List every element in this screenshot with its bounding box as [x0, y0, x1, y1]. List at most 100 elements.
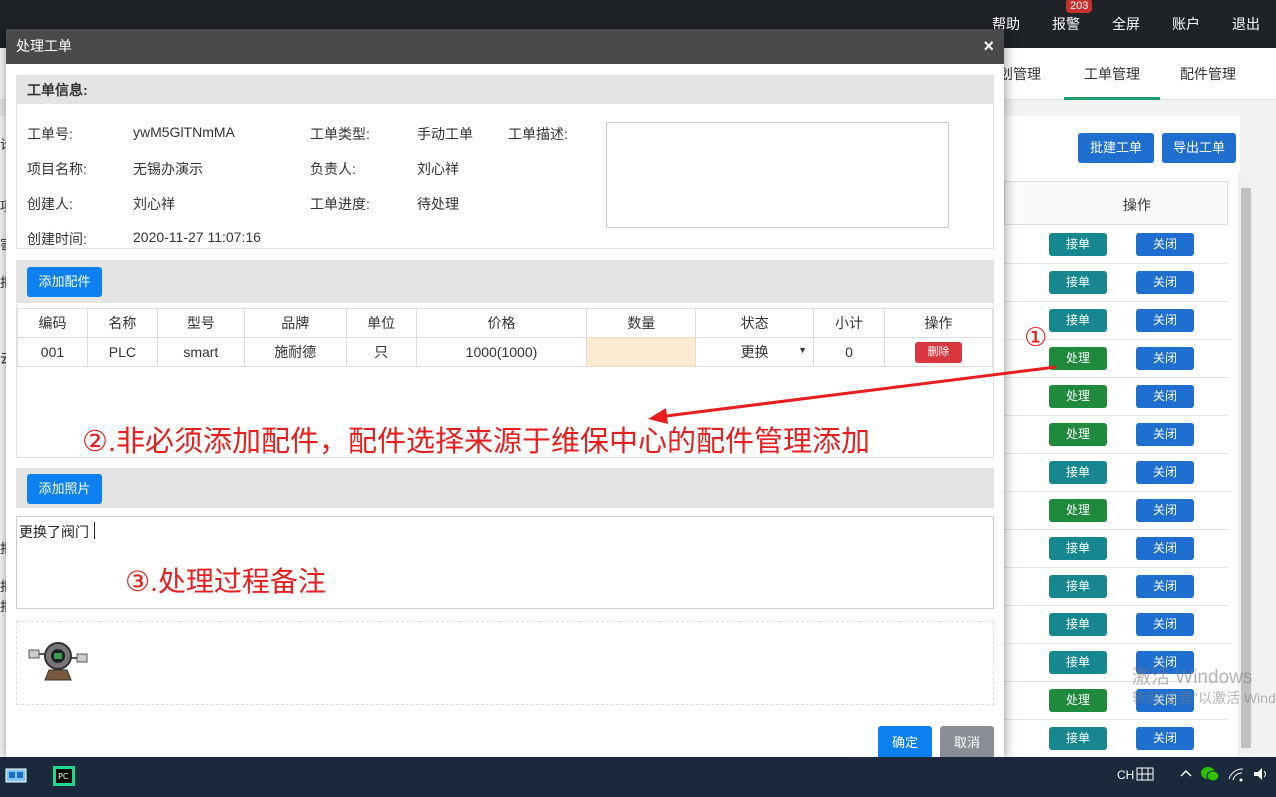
- dialog-title: 处理工单: [16, 38, 72, 54]
- keyboard-icon[interactable]: [1136, 765, 1154, 787]
- close-order-button[interactable]: 关闭: [1136, 233, 1194, 256]
- table-row: 接单 关闭: [1004, 568, 1228, 606]
- taskbar: PC CH: [0, 757, 1276, 797]
- fullscreen-link[interactable]: 全屏: [1096, 0, 1156, 48]
- close-icon[interactable]: ×: [983, 29, 994, 64]
- order-type-label: 工单类型:: [310, 126, 370, 142]
- created-time-label: 创建时间:: [27, 231, 87, 247]
- status-select-value: 更换: [740, 344, 769, 360]
- col-action: 操作: [884, 308, 993, 338]
- annotation-note-2: ②.非必须添加配件，配件选择来源于维保中心的配件管理添加: [82, 426, 871, 458]
- tab-work-order-management[interactable]: 工单管理: [1064, 48, 1160, 100]
- tab-parts-management[interactable]: 配件管理: [1168, 48, 1248, 100]
- logout-link[interactable]: 退出: [1216, 0, 1276, 48]
- order-description-box: [606, 122, 949, 228]
- process-order-button[interactable]: 处理: [1049, 499, 1107, 522]
- close-order-button[interactable]: 关闭: [1136, 613, 1194, 636]
- project-label: 项目名称:: [27, 161, 87, 177]
- col-status: 状态: [695, 308, 815, 338]
- col-name: 名称: [86, 308, 158, 338]
- process-order-button[interactable]: 处理: [1049, 689, 1107, 712]
- close-order-button[interactable]: 关闭: [1136, 461, 1194, 484]
- uploaded-photo-thumbnail[interactable]: [27, 640, 89, 682]
- table-row: 接单 关闭: [1004, 264, 1228, 302]
- table-row: 处理 关闭: [1004, 492, 1228, 530]
- part-price: 1000(1000): [415, 337, 588, 367]
- accept-order-button[interactable]: 接单: [1049, 271, 1107, 294]
- photo-preview-area: [16, 621, 994, 705]
- project-value: 无锡办演示: [133, 161, 203, 177]
- owner-value: 刘心祥: [417, 161, 459, 177]
- col-code: 编码: [17, 308, 88, 338]
- close-order-button[interactable]: 关闭: [1136, 423, 1194, 446]
- annotation-note-3: ③.处理过程备注: [125, 566, 326, 597]
- part-model: smart: [156, 337, 245, 367]
- close-order-button[interactable]: 关闭: [1136, 347, 1194, 370]
- add-photo-button[interactable]: 添加照片: [27, 474, 102, 504]
- creator-label: 创建人:: [27, 196, 73, 212]
- part-code: 001: [17, 337, 88, 367]
- monitor-app-icon[interactable]: [4, 765, 28, 787]
- chevron-up-icon[interactable]: [1178, 765, 1194, 787]
- close-order-button[interactable]: 关闭: [1136, 309, 1194, 332]
- parts-toolbar: 添加配件: [17, 261, 993, 303]
- accept-order-button[interactable]: 接单: [1049, 537, 1107, 560]
- parts-table-header: 编码 名称 型号 品牌 单位 价格 数量 状态 小计 操作: [17, 308, 993, 338]
- order-type-value: 手动工单: [417, 126, 473, 142]
- col-price: 价格: [415, 308, 588, 338]
- accept-order-button[interactable]: 接单: [1049, 233, 1107, 256]
- volume-icon[interactable]: [1252, 765, 1270, 787]
- pycharm-icon[interactable]: PC: [52, 765, 76, 787]
- order-no-value: ywM5GlTNmMA: [133, 124, 235, 140]
- table-row: 接单 关闭: [1004, 226, 1228, 264]
- part-brand: 施耐德: [243, 337, 347, 367]
- accept-order-button[interactable]: 接单: [1049, 651, 1107, 674]
- accept-order-button[interactable]: 接单: [1049, 309, 1107, 332]
- confirm-button[interactable]: 确定: [878, 726, 932, 757]
- svg-text:PC: PC: [58, 772, 69, 781]
- col-brand: 品牌: [243, 308, 347, 338]
- info-heading: 工单信息:: [17, 76, 993, 104]
- add-part-button[interactable]: 添加配件: [27, 267, 102, 297]
- progress-value: 待处理: [417, 196, 459, 212]
- annotation-marker-1: ①: [1024, 322, 1048, 352]
- close-order-button[interactable]: 关闭: [1136, 727, 1194, 750]
- account-link[interactable]: 账户: [1156, 0, 1216, 48]
- table-row: 接单 关闭: [1004, 720, 1228, 758]
- dialog-header: 处理工单 ×: [6, 29, 1004, 64]
- table-row: 接单 关闭: [1004, 454, 1228, 492]
- cancel-button[interactable]: 取消: [940, 726, 994, 757]
- close-order-button[interactable]: 关闭: [1136, 537, 1194, 560]
- chevron-down-icon: ▼: [798, 345, 808, 355]
- table-header: 操作: [1004, 181, 1228, 225]
- language-indicator[interactable]: CH: [1117, 768, 1134, 782]
- creator-value: 刘心祥: [133, 196, 175, 212]
- accept-order-button[interactable]: 接单: [1049, 575, 1107, 598]
- close-order-button[interactable]: 关闭: [1136, 499, 1194, 522]
- order-no-label: 工单号:: [27, 126, 73, 142]
- wechat-icon[interactable]: [1200, 765, 1220, 787]
- remark-text: 更换了阀门: [19, 524, 89, 540]
- work-order-info-section: 工单信息: 工单号: ywM5GlTNmMA 工单类型: 手动工单 工单描述: …: [16, 75, 994, 249]
- action-column-header: 操作: [1123, 197, 1151, 213]
- created-time-value: 2020-11-27 11:07:16: [133, 229, 261, 245]
- part-unit: 只: [345, 337, 417, 367]
- wifi-icon[interactable]: [1227, 765, 1245, 787]
- accept-order-button[interactable]: 接单: [1049, 613, 1107, 636]
- alarm-count-badge: 203: [1066, 0, 1093, 13]
- table-row: 接单 关闭: [1004, 530, 1228, 568]
- batch-create-button[interactable]: 批建工单: [1078, 133, 1154, 163]
- export-button[interactable]: 导出工单: [1162, 133, 1236, 163]
- part-name: PLC: [86, 337, 158, 367]
- close-order-button[interactable]: 关闭: [1136, 385, 1194, 408]
- close-order-button[interactable]: 关闭: [1136, 575, 1194, 598]
- col-subtotal: 小计: [813, 308, 885, 338]
- owner-label: 负责人:: [310, 161, 356, 177]
- alarm-link[interactable]: 报警 203: [1036, 0, 1096, 48]
- col-unit: 单位: [345, 308, 417, 338]
- accept-order-button[interactable]: 接单: [1049, 727, 1107, 750]
- close-order-button[interactable]: 关闭: [1136, 271, 1194, 294]
- col-qty: 数量: [586, 308, 697, 338]
- accept-order-button[interactable]: 接单: [1049, 461, 1107, 484]
- alarm-label: 报警: [1052, 16, 1080, 32]
